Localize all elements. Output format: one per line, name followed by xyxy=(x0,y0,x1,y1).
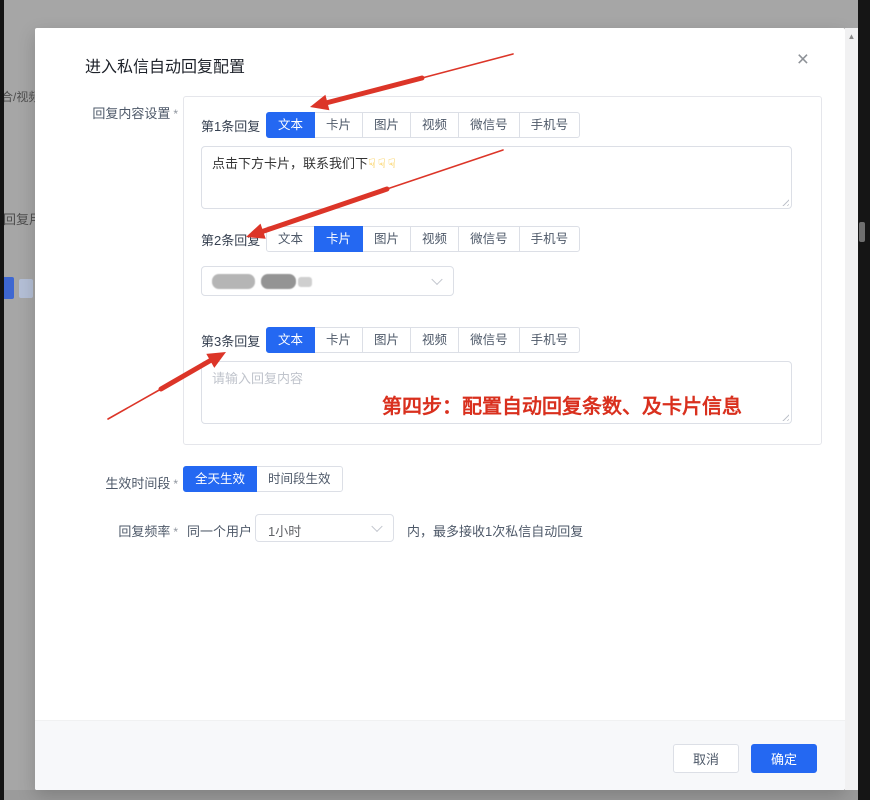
tab-image[interactable]: 图片 xyxy=(362,327,411,353)
right-edge-strip xyxy=(858,0,870,800)
tab-text[interactable]: 文本 xyxy=(266,327,315,353)
auto-reply-config-dialog: 进入私信自动回复配置 × 回复内容设置* 第1条回复 文本 卡片 图片 视频 微… xyxy=(35,28,845,790)
dialog-footer: 取消 确定 xyxy=(35,720,845,790)
tab-all-day[interactable]: 全天生效 xyxy=(183,466,257,492)
tab-wechat-id[interactable]: 微信号 xyxy=(458,327,520,353)
card-select[interactable] xyxy=(201,266,454,296)
tab-text[interactable]: 文本 xyxy=(266,226,315,252)
reply3-label: 第3条回复 xyxy=(201,331,266,350)
reply1-type-tabs: 文本 卡片 图片 视频 微信号 手机号 xyxy=(266,112,580,138)
frequency-suffix-text: 内，最多接收1次私信自动回复 xyxy=(407,521,583,540)
resize-handle-icon[interactable] xyxy=(780,197,789,206)
confirm-button[interactable]: 确定 xyxy=(751,744,817,773)
redacted-value xyxy=(261,274,296,289)
tab-card[interactable]: 卡片 xyxy=(314,226,363,252)
redacted-value xyxy=(212,274,255,289)
tab-card[interactable]: 卡片 xyxy=(314,112,363,138)
frequency-prefix-text: 同一个用户 xyxy=(187,521,252,540)
reply1-textarea[interactable]: 点击下方卡片，联系我们下☟☟☟ xyxy=(201,146,792,209)
reply3-type-tabs: 文本 卡片 图片 视频 微信号 手机号 xyxy=(266,327,580,353)
reply-content-label: 回复内容设置* xyxy=(35,103,178,122)
frequency-select-value: 1小时 xyxy=(268,521,301,540)
tab-image[interactable]: 图片 xyxy=(362,112,411,138)
tab-video[interactable]: 视频 xyxy=(410,112,459,138)
tab-video[interactable]: 视频 xyxy=(410,226,459,252)
tab-text[interactable]: 文本 xyxy=(266,112,315,138)
redacted-value xyxy=(298,277,312,287)
reply1-label: 第1条回复 xyxy=(201,116,266,135)
close-icon[interactable]: × xyxy=(791,48,815,71)
cancel-button[interactable]: 取消 xyxy=(673,744,739,773)
resize-handle-icon[interactable] xyxy=(780,412,789,421)
label-text: 生效时间段 xyxy=(105,476,170,491)
reply1-text: 点击下方卡片，联系我们下 xyxy=(212,156,368,171)
tab-phone-number[interactable]: 手机号 xyxy=(519,226,581,252)
effective-period-label: 生效时间段* xyxy=(35,473,178,492)
scroll-up-icon[interactable]: ▲ xyxy=(845,32,858,41)
reply-row-1: 第1条回复 文本 卡片 图片 视频 微信号 手机号 xyxy=(201,112,580,138)
reply-row-2: 第2条回复 文本 卡片 图片 视频 微信号 手机号 xyxy=(201,226,580,252)
reply3-textarea[interactable]: 请输入回复内容 第四步：配置自动回复条数、及卡片信息 xyxy=(201,361,792,424)
screen: 合/视频 回复用 进入私信自动回复配置 × 回复内容设置* 第1条回复 文本 卡… xyxy=(0,0,870,800)
label-text: 回复内容设置 xyxy=(92,106,170,121)
step4-annotation-text: 第四步：配置自动回复条数、及卡片信息 xyxy=(382,393,742,421)
dialog-title: 进入私信自动回复配置 xyxy=(85,53,245,77)
reply2-label: 第2条回复 xyxy=(201,230,266,249)
tab-wechat-id[interactable]: 微信号 xyxy=(458,112,520,138)
reply-row-3: 第3条回复 文本 卡片 图片 视频 微信号 手机号 xyxy=(201,327,580,353)
tab-wechat-id[interactable]: 微信号 xyxy=(458,226,520,252)
scrollbar-thumb[interactable] xyxy=(859,222,865,242)
pointing-down-emoji: ☟☟☟ xyxy=(368,156,398,171)
chevron-down-icon xyxy=(371,521,382,532)
reply-frequency-label: 回复频率* xyxy=(35,521,178,540)
background-button-fragment xyxy=(19,279,33,298)
tab-time-range[interactable]: 时间段生效 xyxy=(256,466,343,492)
required-mark: * xyxy=(173,525,178,539)
tab-phone-number[interactable]: 手机号 xyxy=(519,327,581,353)
tab-phone-number[interactable]: 手机号 xyxy=(519,112,581,138)
chevron-down-icon xyxy=(431,274,442,285)
bottom-strip xyxy=(4,790,858,800)
background-text-fragment: 合/视频 xyxy=(1,88,35,105)
required-mark: * xyxy=(173,477,178,491)
frequency-select[interactable]: 1小时 xyxy=(255,514,394,542)
left-edge-strip xyxy=(0,0,4,800)
scrollbar[interactable]: ▲ xyxy=(845,28,858,790)
reply-content-group: 第1条回复 文本 卡片 图片 视频 微信号 手机号 点击下方卡片，联系我们下☟☟… xyxy=(183,96,822,445)
tab-image[interactable]: 图片 xyxy=(362,226,411,252)
reply3-placeholder: 请输入回复内容 xyxy=(212,371,303,386)
background-text-fragment: 回复用 xyxy=(3,209,35,228)
tab-video[interactable]: 视频 xyxy=(410,327,459,353)
tab-card[interactable]: 卡片 xyxy=(314,327,363,353)
required-mark: * xyxy=(173,107,178,121)
reply2-type-tabs: 文本 卡片 图片 视频 微信号 手机号 xyxy=(266,226,580,252)
label-text: 回复频率 xyxy=(118,524,170,539)
effective-period-tabs: 全天生效 时间段生效 xyxy=(183,466,343,492)
